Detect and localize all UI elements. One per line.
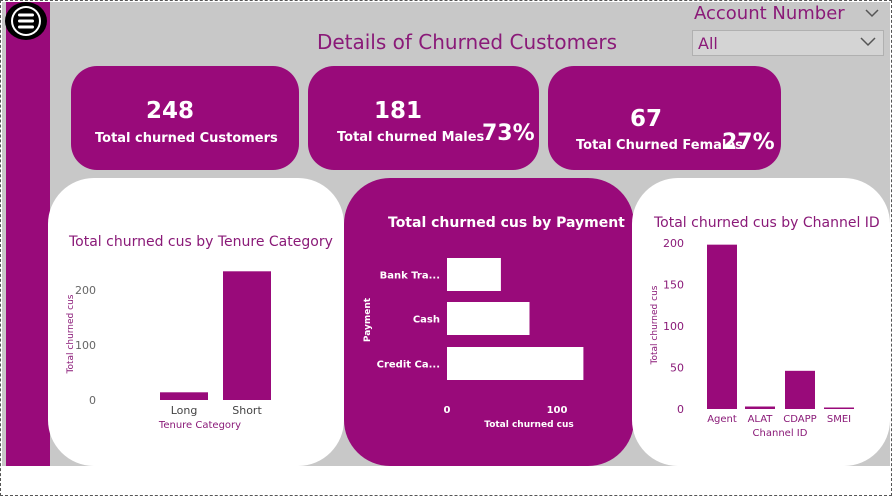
tenure-chart-panel: Total churned cus by Tenure Category 0 10…: [48, 178, 344, 466]
page-title: Details of Churned Customers: [316, 30, 618, 54]
channel-bar: [785, 370, 815, 409]
channel-x-tick-label: ALAT: [748, 414, 774, 425]
channel-y-tick-label: 50: [670, 362, 684, 375]
kpi-card-total: 248 Total churned Customers: [71, 66, 299, 170]
kpi-total-label: Total churned Customers: [95, 131, 278, 146]
kpi-males-label: Total churned Males: [337, 130, 485, 145]
channel-x-tick-label: Agent: [707, 414, 737, 425]
tenure-y-tick-label: 0: [89, 394, 96, 407]
sidebar: [6, 2, 50, 466]
channel-chart-panel: Total churned cus by Channel ID 0 50 100 15…: [632, 178, 890, 466]
channel-y-tick-label: 200: [663, 237, 684, 250]
tenure-bar: [223, 271, 271, 400]
payment-bar: [447, 347, 584, 380]
channel-chart: 0 50 100 150 200 Agent ALAT CDAPP SMEI Channel ID…: [650, 237, 854, 439]
payment-y-tick-label: Credit Ca...: [377, 360, 440, 371]
channel-bar: [824, 407, 854, 409]
tenure-y-tick-label: 100: [75, 339, 96, 352]
kpi-females-value: 67: [629, 106, 662, 132]
tenure-y-axis-label: Total churned cus: [66, 294, 76, 374]
channel-y-tick-label: 150: [663, 279, 684, 292]
payment-chart: Bank Tra... Cash Credit Ca... 0 100 Total chu…: [363, 258, 584, 430]
channel-bar: [707, 244, 737, 409]
tenure-chart: 0 100 200 Long Short Tenure Category Total chu…: [66, 271, 271, 431]
chevron-down-icon[interactable]: [859, 35, 877, 49]
hamburger-menu-icon[interactable]: [5, 2, 47, 40]
kpi-total-value: 248: [145, 98, 194, 124]
report-canvas: Details of Churned Customers Account Num…: [2, 2, 890, 466]
channel-x-tick-label: CDAPP: [783, 414, 816, 425]
channel-x-tick-label: SMEI: [827, 414, 851, 425]
payment-y-axis-label: Payment: [363, 297, 373, 342]
chevron-down-icon[interactable]: [864, 7, 880, 19]
tenure-x-tick-label: Long: [171, 404, 198, 417]
kpi-females-percent: 27%: [722, 130, 775, 155]
channel-y-tick-label: 0: [677, 403, 684, 416]
channel-bar: [745, 406, 775, 409]
dropdown-selected-value: All: [698, 34, 718, 53]
tenure-y-tick-label: 200: [75, 284, 96, 297]
kpi-females-label: Total Churned Females: [576, 138, 743, 153]
kpi-males-percent: 73%: [482, 121, 535, 146]
kpi-males-value: 181: [373, 98, 422, 124]
channel-y-axis-label: Total churned cus: [650, 285, 660, 365]
tenure-x-tick-label: Short: [232, 404, 262, 417]
payment-chart-panel: Total churned cus by Payment Bank Tra...…: [344, 178, 634, 466]
payment-bar: [447, 302, 530, 335]
payment-y-tick-label: Cash: [413, 315, 440, 326]
kpi-card-females: 67 Total Churned Females 27%: [548, 66, 781, 170]
payment-x-tick-label: 0: [444, 405, 451, 416]
payment-x-tick-label: 100: [547, 405, 568, 416]
payment-y-tick-label: Bank Tra...: [380, 271, 440, 282]
payment-x-axis-label: Total churned cus: [484, 420, 574, 430]
tenure-x-axis-label: Tenure Category: [158, 420, 241, 431]
kpi-card-males: 181 Total churned Males 73%: [308, 66, 539, 170]
tenure-bar: [160, 392, 208, 400]
slicer-label: Account Number: [694, 3, 845, 24]
channel-y-tick-label: 100: [663, 320, 684, 333]
channel-x-axis-label: Channel ID: [753, 428, 808, 439]
account-number-dropdown[interactable]: All: [692, 30, 884, 56]
payment-bar: [447, 258, 501, 291]
